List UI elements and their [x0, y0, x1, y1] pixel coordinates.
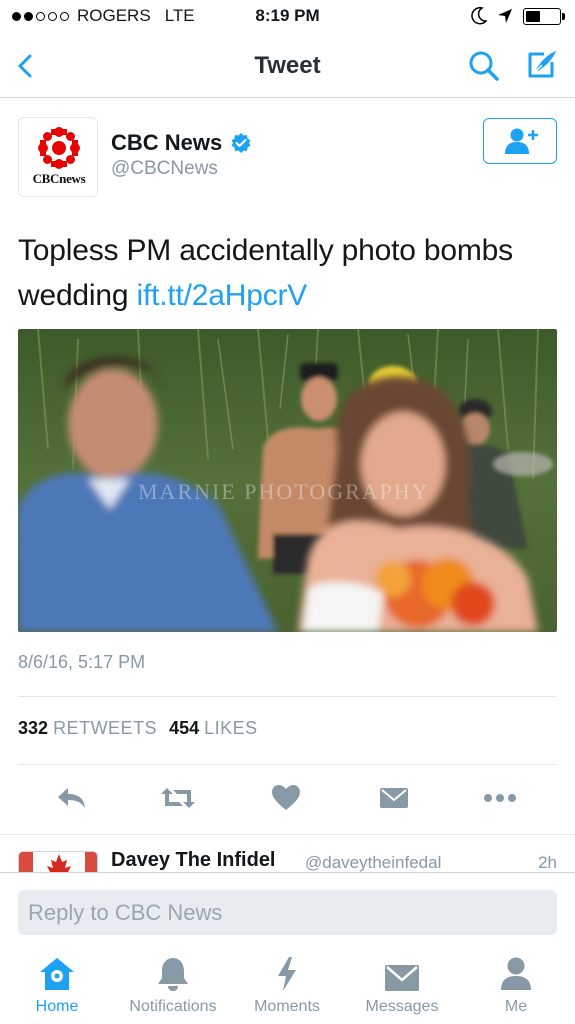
likes-label: LIKES [204, 718, 258, 738]
status-bar: ROGERS LTE 8:19 PM [0, 0, 575, 34]
envelope-icon [385, 965, 419, 991]
tab-home[interactable]: Home [22, 952, 92, 1024]
tweet-timestamp: 8/6/16, 5:17 PM [18, 652, 146, 672]
canada-flag-icon [19, 852, 97, 872]
photo-watermark: MARNIE PHOTOGRAPHY [138, 479, 430, 504]
tweet-stats: 332 RETWEETS 454 LIKES [18, 718, 258, 739]
reply-author-name[interactable]: Davey The Infidel [111, 849, 276, 872]
bell-icon [158, 958, 188, 991]
retweets-label: RETWEETS [53, 718, 158, 738]
follow-button[interactable] [483, 118, 557, 164]
direct-message-icon [380, 788, 408, 808]
tab-bar: Home Notifications Moments Messages Me [0, 952, 575, 1024]
search-button[interactable] [466, 48, 502, 84]
reply-avatar[interactable] [18, 851, 98, 872]
tab-label: Home [35, 998, 79, 1015]
direct-message-button[interactable] [374, 778, 414, 818]
compose-button[interactable] [522, 46, 560, 84]
tweet-photo[interactable]: MARNIE PHOTOGRAPHY [18, 329, 557, 632]
location-arrow-icon [498, 9, 512, 23]
tab-label: Moments [254, 998, 320, 1015]
divider [18, 696, 557, 697]
reply-tweet-preview[interactable]: Davey The Infidel @daveytheinfedal 2h [0, 834, 575, 872]
more-icon [484, 794, 516, 802]
battery-icon [523, 7, 565, 25]
more-button[interactable] [480, 778, 520, 818]
reply-bar [0, 872, 575, 952]
reply-button[interactable] [52, 778, 92, 818]
like-button[interactable] [266, 778, 306, 818]
author-avatar[interactable]: CBCnews [18, 117, 98, 197]
tab-moments[interactable]: Moments [244, 952, 330, 1024]
tab-label: Me [504, 998, 528, 1015]
author-name[interactable]: CBC News [111, 130, 252, 156]
likes-stat[interactable]: 454 LIKES [169, 718, 258, 739]
nav-bar: Tweet [0, 34, 575, 98]
retweets-count: 332 [18, 718, 49, 738]
reply-time: 2h [538, 853, 557, 872]
search-icon [469, 51, 499, 81]
author-handle[interactable]: @CBCNews [111, 158, 218, 180]
likes-count: 454 [169, 718, 200, 738]
retweet-button[interactable] [158, 778, 198, 818]
verified-badge-icon [231, 133, 251, 153]
reply-author-handle[interactable]: @daveytheinfedal [305, 853, 441, 872]
person-icon [501, 957, 531, 990]
tweet-text: Topless PM accidentally photo bombs wedd… [18, 228, 558, 318]
lightning-icon [278, 957, 296, 991]
avatar-wordmark: CBCnews [32, 171, 86, 186]
tab-notifications[interactable]: Notifications [116, 952, 230, 1024]
status-right [471, 7, 565, 25]
like-icon [272, 785, 300, 810]
retweets-stat[interactable]: 332 RETWEETS [18, 718, 157, 739]
reply-input[interactable] [18, 890, 557, 935]
home-icon [40, 958, 74, 990]
add-user-icon [505, 128, 538, 154]
tab-messages[interactable]: Messages [356, 952, 448, 1024]
tweet-link[interactable]: ift.tt/2aHpcrV [137, 279, 308, 312]
tab-me[interactable]: Me [496, 952, 536, 1024]
do-not-disturb-icon [471, 7, 487, 25]
cbc-gem-logo [38, 127, 80, 169]
reply-icon [58, 788, 85, 808]
tweet-actions [0, 778, 575, 818]
tab-label: Notifications [129, 998, 217, 1015]
retweet-icon [161, 788, 195, 808]
author-name-text: CBC News [111, 130, 223, 155]
tab-label: Messages [365, 998, 439, 1015]
compose-tweet-icon [528, 51, 556, 78]
divider [18, 764, 557, 765]
